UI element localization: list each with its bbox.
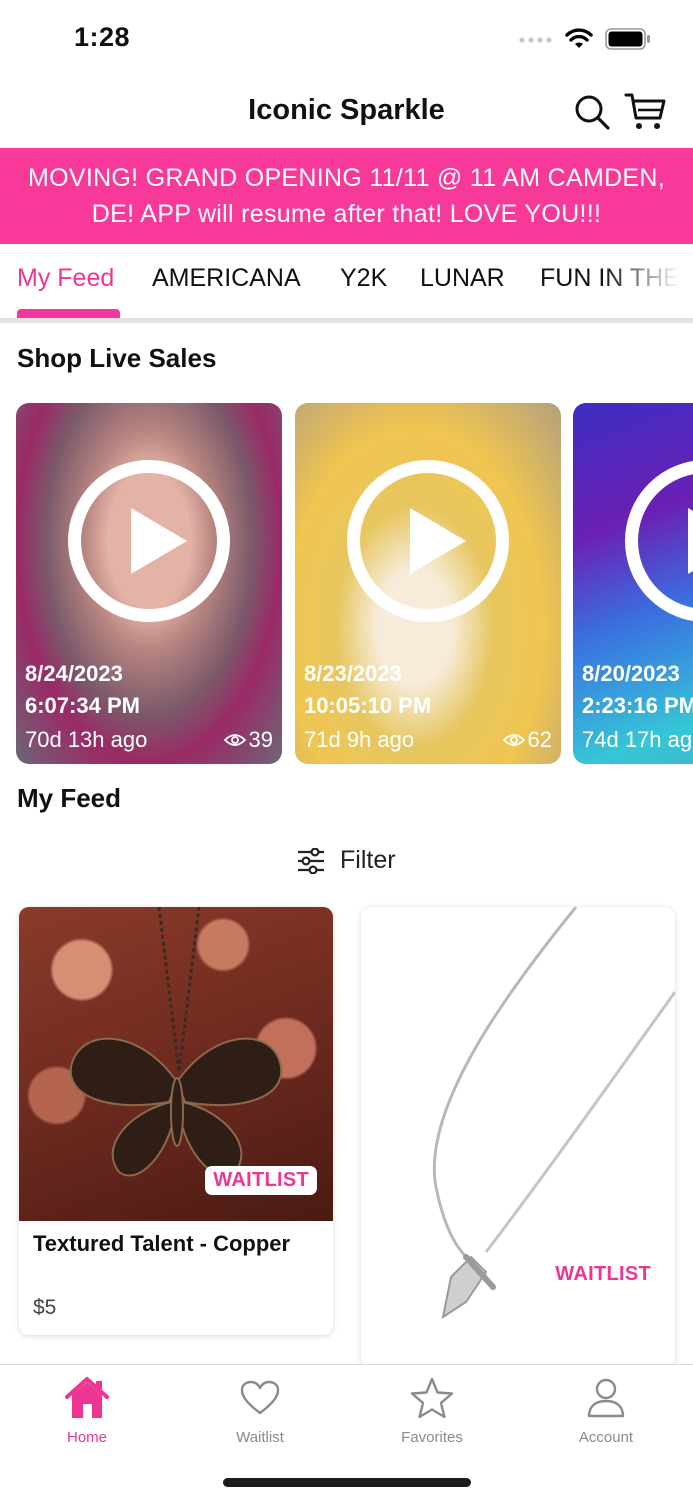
battery-icon	[605, 28, 650, 50]
live-sale-time: 6:07:34 PM	[25, 693, 140, 718]
play-icon	[625, 460, 693, 622]
tab-americana[interactable]: AMERICANA	[152, 264, 301, 293]
tabs-fade	[603, 244, 693, 318]
feed-title: My Feed	[17, 783, 122, 813]
live-sale-time: 10:05:10 PM	[304, 693, 432, 718]
tab-my-feed[interactable]: My Feed	[17, 264, 114, 293]
live-sale-age: 71d 9h ago	[304, 727, 415, 752]
product-name: Textured Talent - Copper	[33, 1231, 291, 1256]
active-tab-indicator	[17, 309, 120, 318]
status-time: 1:28	[74, 22, 131, 52]
initial-necklace-illustration	[432, 907, 675, 1320]
filter-icon	[298, 847, 324, 874]
heart-icon	[240, 1380, 280, 1415]
live-sale-card[interactable]: 8/23/2023 10:05:10 PM 71d 9h ago 62	[295, 403, 561, 764]
product-card[interactable]: WAITLIST Textured Talent - Copper $5	[19, 907, 333, 1335]
person-icon	[587, 1378, 625, 1418]
tab-lunar[interactable]: LUNAR	[420, 264, 505, 293]
filter-label: Filter	[340, 846, 396, 874]
search-icon	[575, 95, 610, 130]
tabs-divider	[0, 318, 693, 323]
eye-icon	[502, 734, 525, 746]
live-sale-views: 62	[502, 727, 552, 753]
live-sale-card[interactable]: 8/24/2023 6:07:34 PM 70d 13h ago 39	[16, 403, 282, 764]
cart-button[interactable]	[624, 90, 668, 134]
play-icon	[347, 460, 509, 622]
tabbar-account[interactable]: Account	[536, 1375, 676, 1446]
filter-button[interactable]: Filter	[296, 846, 396, 875]
tabbar-waitlist[interactable]: Waitlist	[190, 1375, 330, 1446]
star-icon	[410, 1377, 454, 1419]
play-icon	[68, 460, 230, 622]
status-icons	[519, 28, 651, 50]
tabbar-label: Account	[578, 1429, 634, 1446]
product-image[interactable]: WAITLIST	[19, 907, 333, 1221]
live-sale-time: 2:23:16 PM	[582, 693, 693, 718]
live-sale-date: 8/20/2023	[582, 661, 680, 686]
live-sale-views: 39	[223, 727, 273, 753]
product-price: $5	[33, 1296, 57, 1319]
product-card[interactable]: WAITLIST	[361, 907, 675, 1367]
tabbar-home[interactable]: Home	[17, 1375, 157, 1446]
live-sales-carousel[interactable]: 8/24/2023 6:07:34 PM 70d 13h ago 39 8/23…	[0, 403, 693, 765]
app-header: Iconic Sparkle	[0, 80, 693, 148]
live-sales-title: Shop Live Sales	[17, 343, 217, 373]
live-sale-date: 8/24/2023	[25, 661, 123, 686]
status-bar: 1:28	[0, 0, 693, 80]
tabbar-label: Favorites	[401, 1429, 463, 1446]
tab-y2k[interactable]: Y2K	[340, 264, 387, 293]
signal-icon	[519, 37, 552, 43]
view-count: 39	[248, 727, 273, 752]
live-sale-date: 8/23/2023	[304, 661, 402, 686]
tabbar-label: Waitlist	[236, 1429, 284, 1446]
announcement-banner[interactable]: MOVING! GRAND OPENING 11/11 @ 11 AM CAMD…	[0, 148, 693, 244]
home-icon	[65, 1377, 109, 1418]
cart-icon	[624, 93, 666, 129]
wifi-icon	[565, 28, 593, 48]
eye-icon	[223, 734, 246, 746]
live-sale-age: 74d 17h ago	[582, 727, 693, 752]
waitlist-badge: WAITLIST	[205, 1166, 317, 1195]
waitlist-badge: WAITLIST	[547, 1260, 659, 1289]
tabbar-favorites[interactable]: Favorites	[362, 1375, 502, 1446]
home-indicator	[223, 1478, 471, 1487]
search-button[interactable]	[570, 90, 614, 134]
live-sale-card[interactable]: 8/20/2023 2:23:16 PM 74d 17h ago	[573, 403, 693, 764]
live-sale-age: 70d 13h ago	[25, 727, 148, 752]
view-count: 62	[527, 727, 552, 752]
product-image[interactable]: WAITLIST	[361, 907, 675, 1367]
category-tabs: My Feed AMERICANA Y2K LUNAR FUN IN THE	[0, 244, 693, 318]
tabbar-label: Home	[66, 1429, 107, 1446]
